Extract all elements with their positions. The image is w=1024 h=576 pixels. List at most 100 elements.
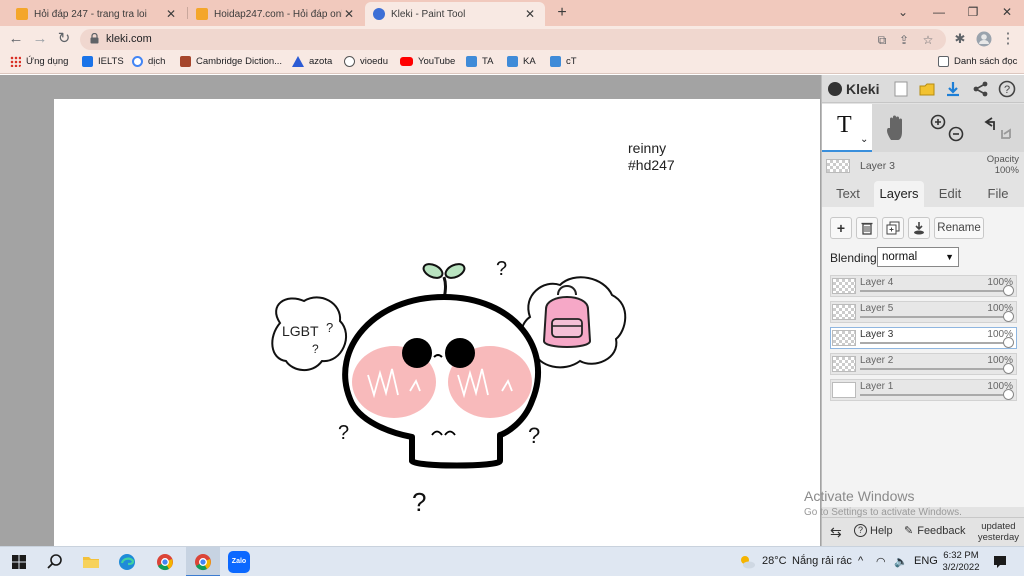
add-layer-button[interactable]: + [830, 217, 852, 239]
browser-tab[interactable]: Hoidap247.com - Hỏi đáp online ✕ [188, 2, 364, 26]
layer-row-selected[interactable]: Layer 3 100% [830, 327, 1017, 349]
slider-handle[interactable] [1003, 337, 1014, 348]
blending-mode-select[interactable]: normal ▼ [877, 247, 959, 267]
azota-icon [292, 56, 304, 67]
layer-opacity-slider[interactable] [860, 342, 1010, 344]
back-arrow-icon[interactable]: ← [6, 29, 26, 49]
bookmark-item[interactable]: vioedu [344, 56, 388, 67]
layer-row[interactable]: Layer 1 100% [830, 379, 1017, 401]
open-folder-icon[interactable] [918, 80, 936, 98]
swap-arrows-icon[interactable]: ⇆ [830, 524, 842, 541]
profile-avatar[interactable] [974, 29, 994, 49]
slider-handle[interactable] [1003, 389, 1014, 400]
slider-handle[interactable] [1003, 363, 1014, 374]
taskbar-active-app[interactable] [186, 547, 220, 576]
browser-tab[interactable]: Hỏi đáp 247 - trang tra loi ✕ [8, 2, 186, 26]
bookmark-item[interactable]: YouTube [400, 56, 455, 67]
zoom-in-out-icon[interactable] [928, 114, 966, 144]
layer-row[interactable]: Layer 2 100% [830, 353, 1017, 375]
bookmark-item[interactable]: Cambridge Diction... [180, 56, 282, 67]
forward-arrow-icon[interactable]: → [30, 29, 50, 49]
feedback-button[interactable]: ✎ Feedback [904, 524, 966, 538]
windows-start-icon[interactable] [8, 551, 30, 573]
undo-redo-icon[interactable] [978, 114, 1018, 144]
browser-tab-strip: Hỏi đáp 247 - trang tra loi ✕ Hoidap247.… [0, 0, 1024, 26]
slider-handle[interactable] [1003, 285, 1014, 296]
layer-thumbnail [832, 356, 856, 372]
restore-button[interactable]: ❐ [956, 0, 990, 24]
ta-icon [466, 56, 477, 67]
edge-browser-icon[interactable] [116, 551, 138, 573]
weather-description[interactable]: Nắng rải rác [792, 555, 852, 567]
menu-kebab-icon[interactable]: ⋮ [998, 29, 1018, 49]
kleki-logo[interactable]: Kleki [828, 81, 879, 97]
layer-opacity-slider[interactable] [860, 316, 1010, 318]
search-icon[interactable] [44, 551, 66, 573]
duplicate-layer-icon[interactable] [882, 217, 904, 239]
download-icon[interactable] [944, 80, 962, 98]
reload-icon[interactable]: ↻ [54, 29, 74, 49]
volume-icon[interactable]: 🔈 [894, 555, 908, 568]
show-hidden-icons-chevron-icon[interactable]: ^ [858, 555, 863, 567]
tab-title: Hoidap247.com - Hỏi đáp online [214, 8, 342, 20]
drawing-artwork: LGBT ? ? ? ? ? ? [271, 258, 627, 517]
tab-layers[interactable]: Layers [874, 181, 924, 207]
layer-opacity-slider[interactable] [860, 290, 1010, 292]
chrome-icon[interactable] [154, 551, 176, 573]
minimize-button[interactable]: — [922, 0, 956, 24]
bookmark-item[interactable]: Ứng dụng [10, 56, 68, 67]
pencil-icon: ✎ [904, 525, 914, 537]
drawing-canvas[interactable]: reinny #hd247 LGBT ? ? ? ? ? ? [54, 99, 820, 546]
input-language[interactable]: ENG [914, 555, 938, 567]
file-explorer-icon[interactable] [80, 551, 102, 573]
help-button[interactable]: ? Help [854, 524, 893, 537]
layer-row[interactable]: Layer 5 100% [830, 301, 1017, 323]
browser-toolbar: ← → ↻ kleki.com ⧉ ⇪ ☆ ✱ ⋮ [0, 26, 1024, 52]
bookmark-item[interactable]: azota [292, 56, 332, 67]
share-icon[interactable]: ⇪ [896, 32, 912, 48]
tab-text[interactable]: Text [828, 181, 868, 207]
share-icon[interactable] [972, 80, 990, 98]
tab-file[interactable]: File [978, 181, 1018, 207]
close-tab-icon[interactable]: ✕ [523, 7, 537, 21]
layer-thumbnail [832, 382, 856, 398]
close-window-button[interactable]: ✕ [990, 0, 1024, 24]
network-icon[interactable]: ◠ [876, 555, 886, 568]
bookmark-item[interactable]: dịch [132, 56, 165, 67]
bookmark-item[interactable]: TA [466, 56, 493, 67]
slider-handle[interactable] [1003, 311, 1014, 322]
hand-tool-icon[interactable] [884, 114, 910, 142]
bookmark-item[interactable]: IELTS [82, 56, 124, 67]
bookmark-item[interactable]: cT [550, 56, 577, 67]
chevron-down-icon[interactable]: ⌄ [860, 134, 868, 145]
tab-edit[interactable]: Edit [930, 181, 970, 207]
browser-tab-active[interactable]: Kleki - Paint Tool ✕ [365, 2, 545, 26]
layer-opacity-slider[interactable] [860, 368, 1010, 370]
zalo-icon[interactable]: Zalo [228, 551, 250, 573]
reading-list-button[interactable]: Danh sách đọc [938, 56, 1017, 67]
question-mark: ? [338, 422, 349, 444]
tool-row: T ⌄ [822, 104, 1024, 152]
notification-center-icon[interactable] [992, 554, 1008, 570]
new-image-icon[interactable] [892, 80, 910, 98]
layer-row[interactable]: Layer 4 100% [830, 275, 1017, 297]
delete-layer-trash-icon[interactable] [856, 217, 878, 239]
translate-icon[interactable]: ⧉ [874, 32, 890, 48]
address-bar[interactable]: kleki.com ⧉ ⇪ ☆ [80, 29, 946, 50]
rename-layer-button[interactable]: Rename [934, 217, 984, 239]
clock[interactable]: 6:32 PM 3/2/2022 [940, 550, 982, 574]
close-tab-icon[interactable]: ✕ [342, 7, 356, 21]
extensions-puzzle-icon[interactable]: ✱ [950, 29, 970, 49]
new-tab-button[interactable]: + [552, 3, 572, 23]
bookmark-star-icon[interactable]: ☆ [920, 32, 936, 48]
svg-text:?: ? [1004, 84, 1010, 96]
bookmark-item[interactable]: KA [507, 56, 536, 67]
close-tab-icon[interactable]: ✕ [164, 7, 178, 21]
text-tool-button[interactable]: T ⌄ [822, 104, 872, 152]
weather-temperature[interactable]: 28°C [762, 555, 787, 567]
help-circle-icon[interactable]: ? [998, 80, 1016, 98]
tab-search-icon[interactable]: ⌄ [886, 0, 920, 24]
updated-notice[interactable]: updated yesterday [978, 521, 1019, 543]
merge-layer-down-icon[interactable] [908, 217, 930, 239]
layer-opacity-slider[interactable] [860, 394, 1010, 396]
